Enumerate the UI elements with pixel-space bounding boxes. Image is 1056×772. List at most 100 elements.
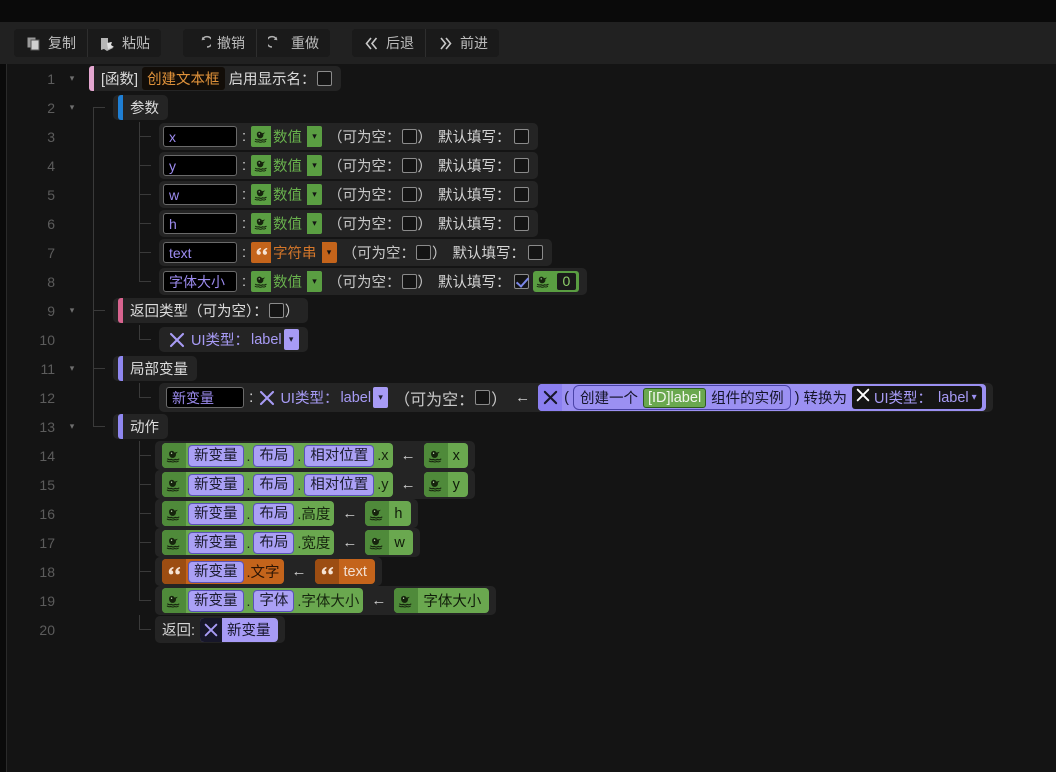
return-value-name[interactable]: 新变量 bbox=[222, 619, 278, 640]
collapse-toggle-11[interactable]: ▾ bbox=[63, 363, 81, 374]
assignment-target-block[interactable]: 新变量.布局.宽度 bbox=[162, 530, 334, 555]
parameter-row[interactable]: x:数值▾（可为空：）默认填写： bbox=[159, 123, 538, 150]
collapse-toggle-2[interactable]: ▾ bbox=[63, 102, 81, 113]
forward-button[interactable]: 前进 bbox=[425, 29, 499, 57]
parameter-default-checkbox[interactable] bbox=[514, 274, 529, 289]
local-var-name-input[interactable]: 新变量 bbox=[166, 387, 244, 408]
parameter-name-input[interactable]: h bbox=[163, 213, 237, 234]
parameter-nullable-checkbox[interactable] bbox=[402, 216, 417, 231]
chevron-down-icon[interactable]: ▾ bbox=[307, 126, 322, 147]
return-statement-node[interactable]: 返回: 新变量 bbox=[155, 616, 285, 643]
function-header-node[interactable]: [函数] 创建文本框 启用显示名： bbox=[89, 66, 341, 91]
assignment-statement[interactable]: 新变量.布局.宽度←w bbox=[155, 528, 420, 557]
back-button[interactable]: 后退 bbox=[352, 29, 425, 57]
target-segment[interactable]: 相对位置 bbox=[304, 445, 374, 467]
local-var-declaration-node[interactable]: 新变量 : UI类型： label ▾ （可为空： ） ← ( bbox=[159, 383, 993, 412]
parameter-default-checkbox[interactable] bbox=[514, 216, 529, 231]
parameter-name-input[interactable]: w bbox=[163, 184, 237, 205]
actions-section-node[interactable]: 动作 bbox=[113, 414, 168, 439]
chevron-down-icon[interactable]: ▾ bbox=[322, 242, 337, 263]
assignment-source-block[interactable]: text bbox=[315, 559, 375, 584]
target-property[interactable]: .文字 bbox=[246, 561, 284, 582]
assignment-target-block[interactable]: 新变量.布局.相对位置.y bbox=[162, 472, 393, 497]
parameter-nullable-checkbox[interactable] bbox=[402, 129, 417, 144]
assignment-source-name[interactable]: h bbox=[389, 506, 410, 522]
target-segment[interactable]: 字体 bbox=[253, 590, 294, 612]
parameter-row[interactable]: text:字符串▾（可为空：）默认填写： bbox=[159, 239, 552, 266]
target-segment[interactable]: 布局 bbox=[253, 445, 294, 467]
target-segment[interactable]: 新变量 bbox=[188, 590, 244, 612]
parameter-type-selector[interactable]: 数值▾ bbox=[251, 126, 322, 147]
local-var-type-value[interactable]: label bbox=[338, 390, 373, 406]
target-segment[interactable]: 新变量 bbox=[188, 474, 244, 496]
assignment-statement[interactable]: 新变量.布局.相对位置.y←y bbox=[155, 470, 475, 499]
return-ui-type-value[interactable]: label bbox=[249, 332, 284, 348]
chevron-down-icon[interactable]: ▾ bbox=[307, 213, 322, 234]
assignment-target-block[interactable]: 新变量.字体.字体大小 bbox=[162, 588, 363, 613]
parameter-type-selector[interactable]: 数值▾ bbox=[251, 271, 322, 292]
local-vars-section-node[interactable]: 局部变量 bbox=[113, 356, 197, 381]
parameter-type-selector[interactable]: 字符串▾ bbox=[251, 242, 337, 263]
target-segment[interactable]: 新变量 bbox=[188, 532, 244, 554]
return-ui-type-node[interactable]: UI类型： label ▾ bbox=[159, 327, 308, 352]
undo-button[interactable]: 撤销 bbox=[183, 29, 256, 57]
assignment-source-block[interactable]: x bbox=[424, 443, 468, 468]
collapse-toggle-1[interactable]: ▾ bbox=[63, 73, 81, 84]
parameter-type-selector[interactable]: 数值▾ bbox=[251, 213, 322, 234]
redo-button[interactable]: 重做 bbox=[256, 29, 330, 57]
function-name[interactable]: 创建文本框 bbox=[142, 67, 225, 90]
assignment-target-block[interactable]: 新变量.布局.相对位置.x bbox=[162, 443, 393, 468]
assignment-target-block[interactable]: 新变量.文字 bbox=[162, 559, 284, 584]
assignment-statement[interactable]: 新变量.布局.高度←h bbox=[155, 499, 418, 528]
parameter-name-input[interactable]: 字体大小 bbox=[163, 271, 237, 292]
parameter-name-input[interactable]: x bbox=[163, 126, 237, 147]
target-segment[interactable]: 布局 bbox=[253, 474, 294, 496]
convert-target-type[interactable]: UI类型： label ▾ bbox=[852, 386, 982, 409]
assignment-source-name[interactable]: y bbox=[448, 477, 468, 493]
local-var-nullable-checkbox[interactable] bbox=[475, 390, 490, 405]
code-editor[interactable]: 1 ▾ [函数] 创建文本框 启用显示名： 2 ▾ 参数 bbox=[6, 64, 1056, 772]
assignment-statement[interactable]: 新变量.字体.字体大小←字体大小 bbox=[155, 586, 496, 615]
chevron-down-icon[interactable]: ▾ bbox=[307, 184, 322, 205]
parameter-name-input[interactable]: text bbox=[163, 242, 237, 263]
parameter-nullable-checkbox[interactable] bbox=[402, 158, 417, 173]
assignment-source-block[interactable]: 字体大小 bbox=[394, 588, 489, 613]
return-ui-type-dropdown[interactable]: ▾ bbox=[284, 329, 299, 350]
create-instance-expression[interactable]: ( 创建一个 [ID]label 组件的实例 ) 转换为 UI类型： label bbox=[538, 384, 986, 411]
collapse-toggle-13[interactable]: ▾ bbox=[63, 421, 81, 432]
component-id-chip[interactable]: [ID]label bbox=[643, 388, 706, 408]
target-property[interactable]: .高度 bbox=[296, 503, 334, 524]
target-segment[interactable]: 布局 bbox=[253, 532, 294, 554]
assignment-source-block[interactable]: y bbox=[424, 472, 468, 497]
local-var-type-dropdown[interactable]: ▾ bbox=[373, 387, 388, 408]
return-type-node[interactable]: 返回类型（可为空）： ） bbox=[113, 298, 308, 323]
chevron-down-icon[interactable]: ▾ bbox=[307, 155, 322, 176]
assignment-source-name[interactable]: 字体大小 bbox=[418, 590, 489, 611]
target-segment[interactable]: 相对位置 bbox=[304, 474, 374, 496]
assignment-target-block[interactable]: 新变量.布局.高度 bbox=[162, 501, 334, 526]
display-name-checkbox[interactable] bbox=[317, 71, 332, 86]
parameter-default-checkbox[interactable] bbox=[514, 158, 529, 173]
convert-target-type-value[interactable]: label bbox=[935, 390, 972, 406]
params-section-node[interactable]: 参数 bbox=[113, 95, 168, 120]
target-segment[interactable]: 新变量 bbox=[188, 561, 244, 583]
target-property[interactable]: .y bbox=[376, 477, 392, 493]
assignment-source-name[interactable]: x bbox=[448, 448, 468, 464]
parameter-default-checkbox[interactable] bbox=[528, 245, 543, 260]
assignment-statement[interactable]: 新变量.文字←text bbox=[155, 557, 382, 586]
return-value-chip[interactable]: 新变量 bbox=[200, 618, 278, 642]
collapse-toggle-9[interactable]: ▾ bbox=[63, 305, 81, 316]
chevron-down-icon[interactable]: ▾ bbox=[307, 271, 322, 292]
assignment-source-block[interactable]: w bbox=[365, 530, 412, 555]
parameter-nullable-checkbox[interactable] bbox=[402, 274, 417, 289]
paste-button[interactable]: 粘贴 bbox=[87, 29, 161, 57]
parameter-default-value[interactable]: 0 bbox=[533, 271, 580, 292]
assignment-source-name[interactable]: w bbox=[389, 535, 412, 551]
parameter-name-input[interactable]: y bbox=[163, 155, 237, 176]
chevron-down-icon[interactable]: ▾ bbox=[972, 392, 980, 403]
assignment-source-name[interactable]: text bbox=[339, 564, 375, 580]
parameter-type-selector[interactable]: 数值▾ bbox=[251, 184, 322, 205]
assignment-source-block[interactable]: h bbox=[365, 501, 410, 526]
parameter-type-selector[interactable]: 数值▾ bbox=[251, 155, 322, 176]
parameter-nullable-checkbox[interactable] bbox=[402, 187, 417, 202]
